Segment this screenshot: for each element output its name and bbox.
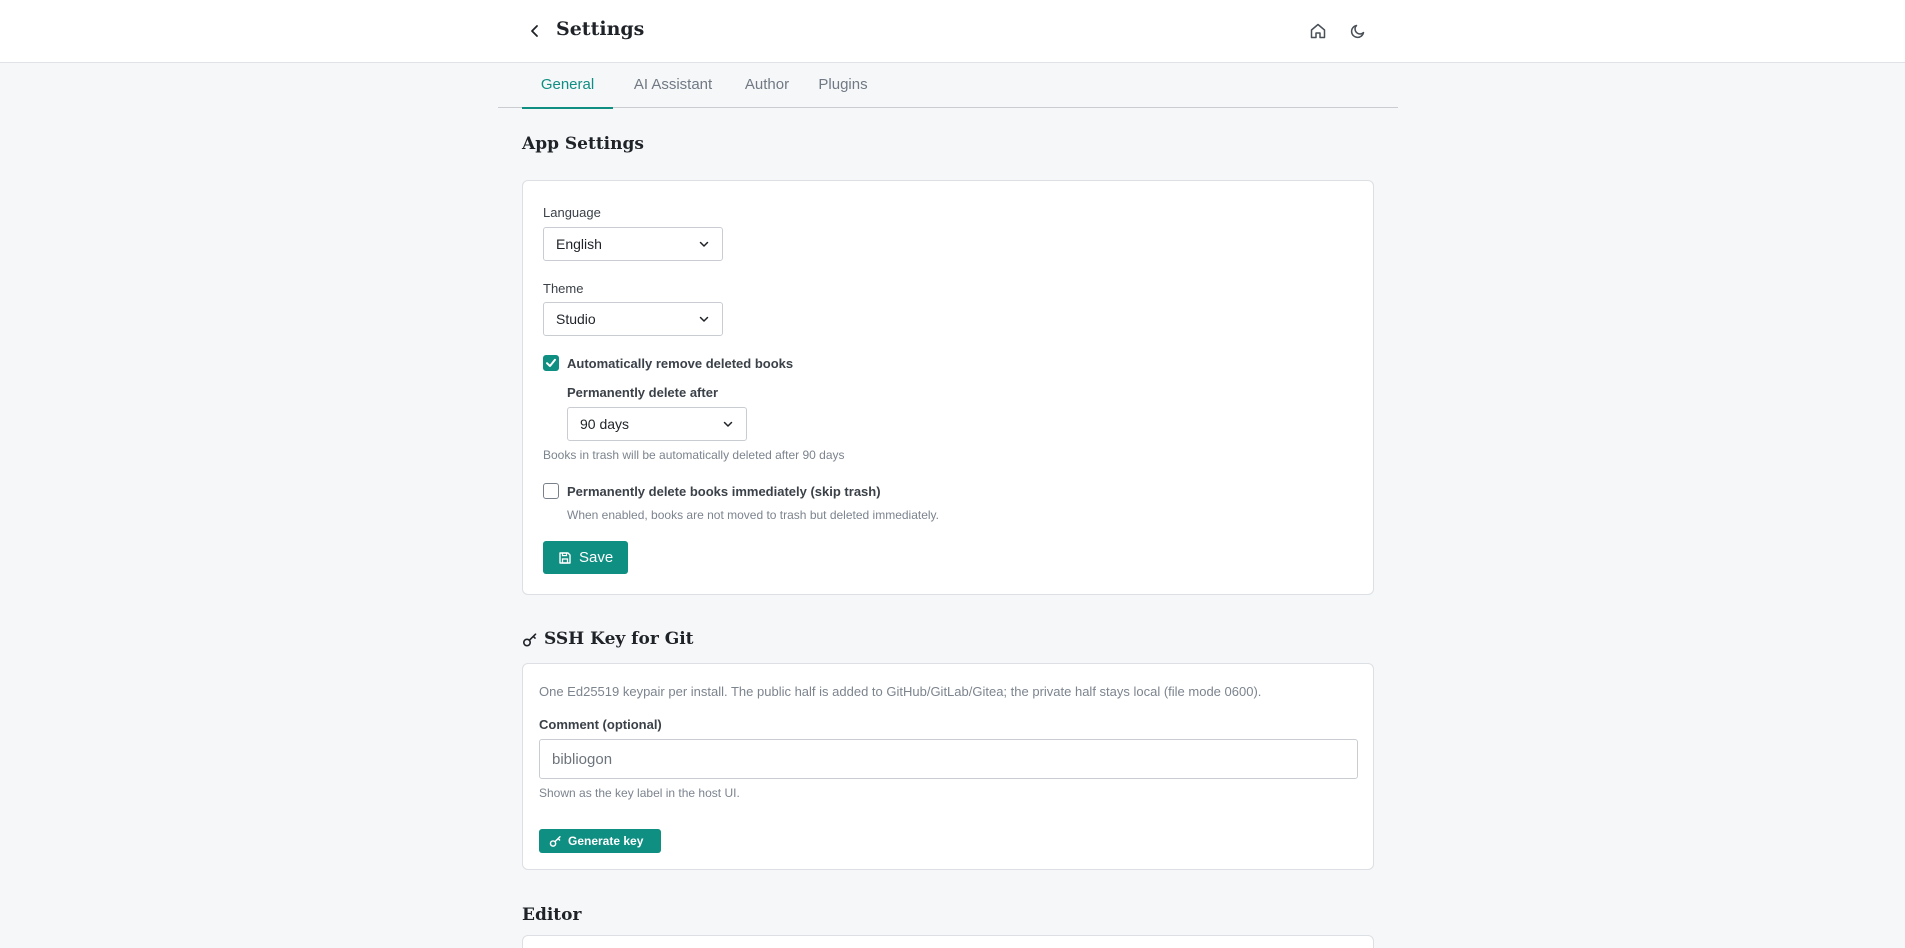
auto-remove-checkbox[interactable] [543,355,559,371]
top-bar: Settings [0,0,1905,63]
skip-trash-help-text: When enabled, books are not moved to tra… [567,508,939,522]
comment-help-text: Shown as the key label in the host UI. [539,786,740,800]
generate-key-button[interactable]: Generate key [539,829,661,853]
home-button[interactable] [1306,19,1330,43]
theme-label: Theme [543,281,584,296]
app-settings-card: Language English Theme Studio Automatica… [522,180,1374,595]
theme-value: Studio [556,311,596,327]
chevron-down-icon [723,421,733,427]
language-value: English [556,236,602,252]
tab-general[interactable]: General [522,63,613,109]
check-icon [546,358,556,367]
generate-key-label: Generate key [568,834,644,848]
comment-label: Comment (optional) [539,717,662,732]
comment-input[interactable] [539,739,1358,779]
theme-select[interactable]: Studio [543,302,723,336]
app-settings-title: App Settings [522,134,644,154]
ssh-description: One Ed25519 keypair per install. The pub… [539,684,1262,699]
tab-plugins[interactable]: Plugins [811,63,875,108]
delete-after-value: 90 days [580,416,630,432]
chevron-down-icon [699,241,709,247]
skip-trash-checkbox[interactable] [543,483,559,499]
language-label: Language [543,205,601,220]
skip-trash-label[interactable]: Permanently delete books immediately (sk… [567,484,881,499]
theme-toggle-button[interactable] [1346,19,1370,43]
tab-author[interactable]: Author [737,63,797,108]
save-icon [559,551,571,564]
auto-remove-label[interactable]: Automatically remove deleted books [567,356,793,371]
delete-after-label: Permanently delete after [567,385,719,400]
ssh-section-title: SSH Key for Git [544,629,694,649]
trash-help-text: Books in trash will be automatically del… [543,448,845,462]
key-icon [549,835,561,847]
language-select[interactable]: English [543,227,723,261]
key-icon [522,633,537,647]
settings-tabs: General AI Assistant Author Plugins [498,63,1398,109]
ssh-card: One Ed25519 keypair per install. The pub… [522,663,1374,870]
comment-input-field[interactable] [540,740,1357,778]
moon-icon [1350,24,1365,39]
page-title: Settings [556,18,645,40]
save-button-label: Save [579,549,614,566]
delete-after-select[interactable]: 90 days [567,407,747,441]
chevron-down-icon [699,316,709,322]
save-button[interactable]: Save [543,541,628,574]
home-icon [1310,23,1326,39]
back-button[interactable] [524,20,546,42]
tab-ai-assistant[interactable]: AI Assistant [623,63,723,108]
editor-card [522,935,1374,948]
editor-section-title: Editor [522,905,582,925]
chevron-left-icon [531,25,538,37]
